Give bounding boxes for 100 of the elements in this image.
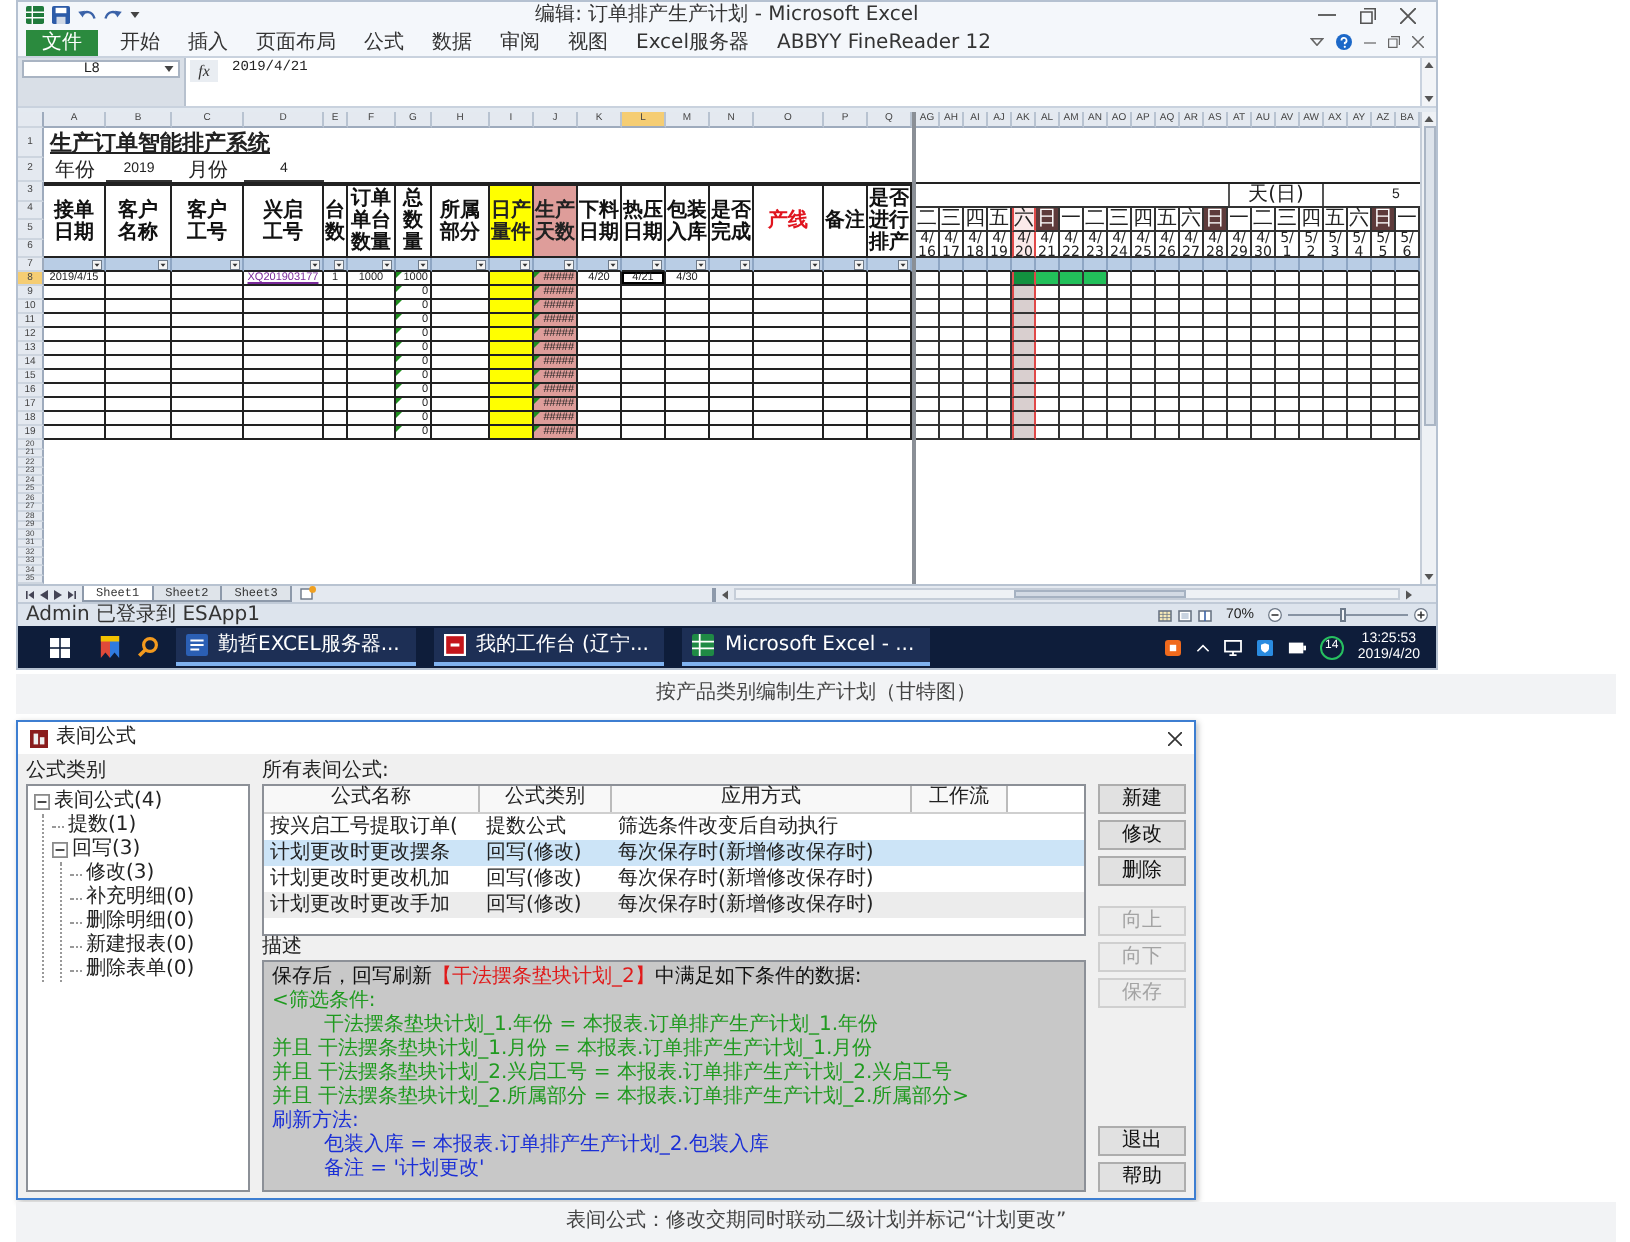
table-cell[interactable] [324,314,348,328]
collapse-icon[interactable] [52,842,68,858]
table-cell[interactable] [44,328,106,342]
table-cell[interactable] [622,412,666,426]
table-cell[interactable] [824,356,868,370]
table-cell[interactable] [824,384,868,398]
table-cell[interactable] [754,300,824,314]
table-cell[interactable] [710,370,754,384]
insert-function-button[interactable]: fx [190,60,218,82]
table-row[interactable]: 计划更改时更改摆条 回写(修改) 每次保存时(新增修改保存时) [264,840,1084,866]
table-cell[interactable] [44,412,106,426]
table-row[interactable]: 按兴启工号提取订单( 提数公式 筛选条件改变后自动执行 [264,814,1084,840]
table-cell[interactable] [622,356,666,370]
table-cell[interactable] [578,286,622,300]
taskbar-button[interactable]: 我的工作台 (辽宁... [433,628,665,666]
filter-dropdown-icon[interactable] [92,259,102,269]
table-cell[interactable] [710,398,754,412]
formula-scrollbar[interactable] [1420,58,1436,106]
scroll-up-icon[interactable] [1424,116,1434,122]
table-cell[interactable] [324,328,348,342]
table-cell[interactable] [710,426,754,440]
filter-dropdown-icon[interactable] [652,259,662,269]
restore-icon[interactable] [1360,7,1376,23]
table-cell[interactable] [106,370,172,384]
table-cell[interactable] [244,370,324,384]
vertical-scrollbar[interactable] [1420,112,1436,584]
table-cell[interactable] [244,426,324,440]
battery-icon[interactable] [1287,639,1306,655]
table-cell[interactable] [824,370,868,384]
table-cell[interactable] [754,398,824,412]
table-cell[interactable] [172,314,244,328]
table-cell[interactable] [244,286,324,300]
table-cell[interactable] [106,342,172,356]
column-header[interactable]: 应用方式 [612,786,912,812]
scrollbar-thumb[interactable] [1014,590,1187,598]
input-cell[interactable] [490,286,534,300]
tree-item[interactable]: 删除表单(0) [86,958,195,982]
table-cell[interactable] [578,314,622,328]
table-cell[interactable] [622,328,666,342]
filter-dropdown-icon[interactable] [520,259,530,269]
filter-dropdown-icon[interactable] [810,259,820,269]
split-handle[interactable] [712,587,716,601]
table-cell[interactable] [754,272,824,286]
next-sheet-icon[interactable] [54,590,62,600]
table-cell[interactable] [172,398,244,412]
monitor-icon[interactable] [1223,639,1242,655]
scroll-right-icon[interactable] [1406,589,1412,599]
table-cell[interactable] [44,398,106,412]
table-cell[interactable] [324,356,348,370]
dialog-button[interactable]: 删除 [1098,856,1186,886]
table-cell[interactable] [824,426,868,440]
table-cell[interactable] [754,314,824,328]
table-cell[interactable] [710,300,754,314]
table-cell[interactable] [106,300,172,314]
table-cell[interactable] [824,286,868,300]
table-cell[interactable] [44,370,106,384]
table-cell[interactable] [754,370,824,384]
table-cell[interactable] [710,342,754,356]
table-cell[interactable] [622,398,666,412]
table-cell[interactable] [824,412,868,426]
scroll-down-icon[interactable] [1424,96,1434,102]
table-cell[interactable] [44,426,106,440]
ribbon-tab[interactable]: 插入 [174,29,242,55]
input-cell[interactable] [490,272,534,286]
table-cell[interactable] [824,328,868,342]
ribbon-tab[interactable]: Excel服务器 [622,29,763,55]
ribbon-tab[interactable]: 审阅 [486,29,554,55]
tree-item[interactable]: 回写(3) [72,838,141,862]
first-sheet-icon[interactable] [26,590,34,600]
table-cell[interactable] [578,356,622,370]
file-button[interactable]: 文件 [26,29,98,55]
table-cell[interactable] [710,384,754,398]
table-cell[interactable] [324,384,348,398]
table-cell[interactable] [622,286,666,300]
filter-dropdown-icon[interactable] [696,259,706,269]
table-cell[interactable] [44,384,106,398]
zoom-slider[interactable] [1288,608,1408,622]
table-cell[interactable] [666,342,710,356]
collapse-icon[interactable] [34,794,50,810]
filter-dropdown-icon[interactable] [334,259,344,269]
filter-dropdown-icon[interactable] [476,259,486,269]
search-icon[interactable] [138,636,158,658]
input-cell[interactable] [490,412,534,426]
page-layout-icon[interactable] [1177,609,1192,621]
table-cell[interactable] [754,356,824,370]
filter-dropdown-icon[interactable] [158,259,168,269]
table-cell[interactable] [244,314,324,328]
table-cell[interactable] [106,412,172,426]
bookmark-icon[interactable] [100,636,120,658]
table-cell[interactable] [754,342,824,356]
scroll-down-icon[interactable] [1424,574,1434,580]
help-icon[interactable] [1336,34,1352,50]
taskbar-button[interactable]: 勤哲EXCEL服务器... [176,628,416,666]
table-cell[interactable] [324,412,348,426]
table-cell[interactable] [348,426,396,440]
table-cell[interactable] [172,328,244,342]
table-cell[interactable] [710,286,754,300]
table-cell[interactable] [106,398,172,412]
table-cell[interactable] [666,384,710,398]
table-cell[interactable] [172,272,244,286]
